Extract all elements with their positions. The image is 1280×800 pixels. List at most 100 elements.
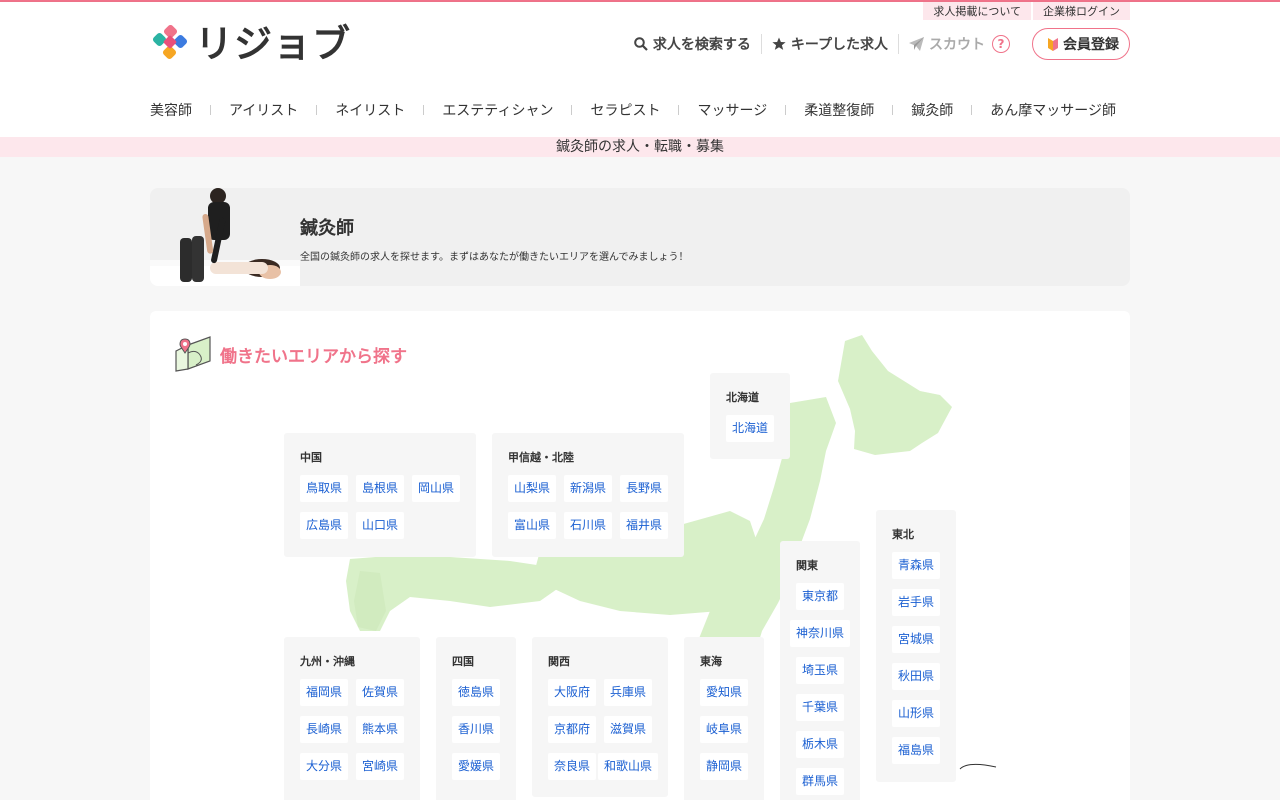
pref-link-miyagi[interactable]: 宮城県 bbox=[892, 626, 941, 653]
pref-link-iwate[interactable]: 岩手県 bbox=[892, 589, 941, 616]
pref-link-hiroshima[interactable]: 広島県 bbox=[300, 512, 349, 539]
region-chugoku: 中国 鳥取県 島根県 岡山県 広島県 山口県 bbox=[284, 433, 476, 557]
category-eyelist[interactable]: アイリスト bbox=[229, 100, 298, 120]
pref-link-chiba[interactable]: 千葉県 bbox=[796, 694, 845, 721]
pref-link-shiga[interactable]: 滋賀県 bbox=[604, 716, 653, 743]
pref-link-aichi[interactable]: 愛知県 bbox=[700, 679, 749, 706]
job-posting-link[interactable]: 求人掲載について bbox=[923, 2, 1031, 20]
pref-link-ehime[interactable]: 愛媛県 bbox=[452, 753, 501, 780]
search-icon bbox=[634, 37, 648, 51]
logo-mark-icon bbox=[152, 25, 188, 60]
pref-link-kagawa[interactable]: 香川県 bbox=[452, 716, 501, 743]
pref-link-nagasaki[interactable]: 長崎県 bbox=[300, 716, 349, 743]
hero-title: 鍼灸師 bbox=[300, 218, 354, 239]
pref-link-akita[interactable]: 秋田県 bbox=[892, 663, 941, 690]
pref-link-nara[interactable]: 奈良県 bbox=[548, 753, 597, 780]
region-tokai: 東海 愛知県 岐阜県 静岡県 bbox=[684, 637, 764, 800]
kept-jobs-label: キープした求人 bbox=[790, 37, 888, 53]
logo-text: リジョブ bbox=[195, 22, 352, 66]
search-jobs-link[interactable]: 求人を検索する bbox=[624, 34, 762, 54]
pref-link-kyoto[interactable]: 京都府 bbox=[548, 716, 597, 743]
search-jobs-label: 求人を検索する bbox=[652, 37, 751, 53]
pref-link-yamagata[interactable]: 山形県 bbox=[892, 700, 941, 727]
pref-link-osaka[interactable]: 大阪府 bbox=[548, 679, 597, 706]
help-icon[interactable]: ? bbox=[992, 35, 1010, 53]
pref-link-kumamoto[interactable]: 熊本県 bbox=[356, 716, 405, 743]
pref-link-fukuoka[interactable]: 福岡県 bbox=[300, 679, 349, 706]
star-icon bbox=[772, 37, 786, 50]
nav-divider bbox=[571, 105, 573, 115]
region-name: 甲信越・北陸 bbox=[508, 451, 574, 464]
category-nav: 美容師 アイリスト ネイリスト エステティシャン セラピスト マッサージ 柔道整… bbox=[150, 100, 1116, 120]
region-kyushu-okinawa: 九州・沖縄 福岡県 佐賀県 長崎県 熊本県 大分県 宮崎県 bbox=[284, 637, 420, 800]
pref-link-nagano[interactable]: 長野県 bbox=[620, 475, 669, 502]
region-kanto: 関東 東京都 神奈川県 埼玉県 千葉県 栃木県 群馬県 bbox=[780, 541, 860, 800]
pref-link-fukushima[interactable]: 福島県 bbox=[892, 737, 941, 764]
nav-divider bbox=[210, 105, 211, 115]
region-name: 北海道 bbox=[726, 391, 759, 404]
category-massage[interactable]: マッサージ bbox=[697, 100, 767, 120]
pref-link-saga[interactable]: 佐賀県 bbox=[356, 679, 405, 706]
nav-divider bbox=[316, 105, 318, 115]
pref-link-shizuoka[interactable]: 静岡県 bbox=[700, 753, 749, 780]
site-logo[interactable]: リジョブ bbox=[151, 24, 351, 64]
region-shikoku: 四国 徳島県 香川県 愛媛県 bbox=[436, 637, 516, 800]
register-label: 会員登録 bbox=[1063, 37, 1119, 53]
pref-link-hyogo[interactable]: 兵庫県 bbox=[604, 679, 653, 706]
nav-divider bbox=[678, 105, 680, 115]
nav-divider bbox=[892, 105, 894, 115]
scout-link[interactable]: スカウト ? bbox=[899, 34, 1020, 54]
paper-plane-icon bbox=[909, 37, 924, 51]
pref-link-oita[interactable]: 大分県 bbox=[300, 753, 349, 780]
category-biyoushi[interactable]: 美容師 bbox=[150, 100, 192, 120]
region-hokkaido: 北海道 北海道 bbox=[710, 373, 790, 459]
top-links: 求人掲載について 企業様ログイン bbox=[923, 2, 1130, 20]
pref-link-miyazaki[interactable]: 宮崎県 bbox=[356, 753, 405, 780]
pref-link-ishikawa[interactable]: 石川県 bbox=[564, 512, 613, 539]
pref-link-saitama[interactable]: 埼玉県 bbox=[796, 657, 845, 684]
pref-link-yamaguchi[interactable]: 山口県 bbox=[356, 512, 405, 539]
category-judo-therapist[interactable]: 柔道整復師 bbox=[804, 100, 874, 120]
pref-link-tokushima[interactable]: 徳島県 bbox=[452, 679, 501, 706]
category-acupuncturist[interactable]: 鍼灸師 bbox=[911, 100, 953, 120]
region-name: 九州・沖縄 bbox=[300, 655, 355, 668]
category-nailist[interactable]: ネイリスト bbox=[335, 100, 405, 120]
register-button[interactable]: 会員登録 bbox=[1032, 28, 1130, 60]
region-kansai: 関西 大阪府 兵庫県 京都府 滋賀県 奈良県 和歌山県 bbox=[532, 637, 668, 797]
region-name: 関東 bbox=[796, 559, 818, 572]
region-koshinetsu-hokuriku: 甲信越・北陸 山梨県 新潟県 長野県 富山県 石川県 福井県 bbox=[492, 433, 684, 557]
nav-divider bbox=[423, 105, 425, 115]
page-banner: 鍼灸師の求人・転職・募集 bbox=[0, 137, 1280, 157]
pref-link-gifu[interactable]: 岐阜県 bbox=[700, 716, 749, 743]
pref-link-fukui[interactable]: 福井県 bbox=[620, 512, 669, 539]
pref-link-tottori[interactable]: 鳥取県 bbox=[300, 475, 349, 502]
pref-link-toyama[interactable]: 富山県 bbox=[508, 512, 557, 539]
beginner-mark-icon bbox=[1048, 38, 1058, 51]
pref-link-tokyo[interactable]: 東京都 bbox=[796, 583, 845, 610]
category-anma-massage[interactable]: あん摩マッサージ師 bbox=[990, 100, 1116, 120]
therapist-photo bbox=[150, 188, 300, 286]
utility-nav: 求人を検索する キープした求人 スカウト ? 会員登録 bbox=[624, 27, 1130, 61]
hero-description: 全国の鍼灸師の求人を探せます。まずはあなたが働きたいエリアを選んでみましょう！ bbox=[300, 252, 689, 263]
pref-link-okayama[interactable]: 岡山県 bbox=[412, 475, 461, 502]
region-name: 四国 bbox=[452, 655, 474, 668]
category-esthetician[interactable]: エステティシャン bbox=[442, 100, 553, 120]
pref-link-gunma[interactable]: 群馬県 bbox=[796, 768, 845, 795]
pref-link-shimane[interactable]: 島根県 bbox=[356, 475, 405, 502]
pref-link-wakayama[interactable]: 和歌山県 bbox=[598, 753, 659, 780]
pref-link-aomori[interactable]: 青森県 bbox=[892, 552, 941, 579]
nav-divider bbox=[785, 105, 787, 115]
pref-link-kanagawa[interactable]: 神奈川県 bbox=[790, 620, 851, 647]
pref-link-hokkaido[interactable]: 北海道 bbox=[726, 415, 775, 442]
pref-link-tochigi[interactable]: 栃木県 bbox=[796, 731, 845, 758]
category-therapist[interactable]: セラピスト bbox=[590, 100, 660, 120]
company-login-link[interactable]: 企業様ログイン bbox=[1033, 2, 1130, 20]
site-header: 求人掲載について 企業様ログイン リジョブ 求人を検索する キープした求人 スカ… bbox=[0, 2, 1280, 137]
hero-card: 鍼灸師 全国の鍼灸師の求人を探せます。まずはあなたが働きたいエリアを選んでみまし… bbox=[150, 188, 1130, 286]
kept-jobs-link[interactable]: キープした求人 bbox=[762, 34, 899, 54]
area-search-panel: 働きたいエリアから探す 北海道 北海道 中国 鳥取県 島根県 岡山県 広島県 山… bbox=[150, 311, 1130, 800]
scout-label: スカウト bbox=[929, 37, 985, 53]
pref-link-niigata[interactable]: 新潟県 bbox=[564, 475, 613, 502]
pref-link-yamanashi[interactable]: 山梨県 bbox=[508, 475, 557, 502]
region-name: 関西 bbox=[548, 655, 570, 668]
